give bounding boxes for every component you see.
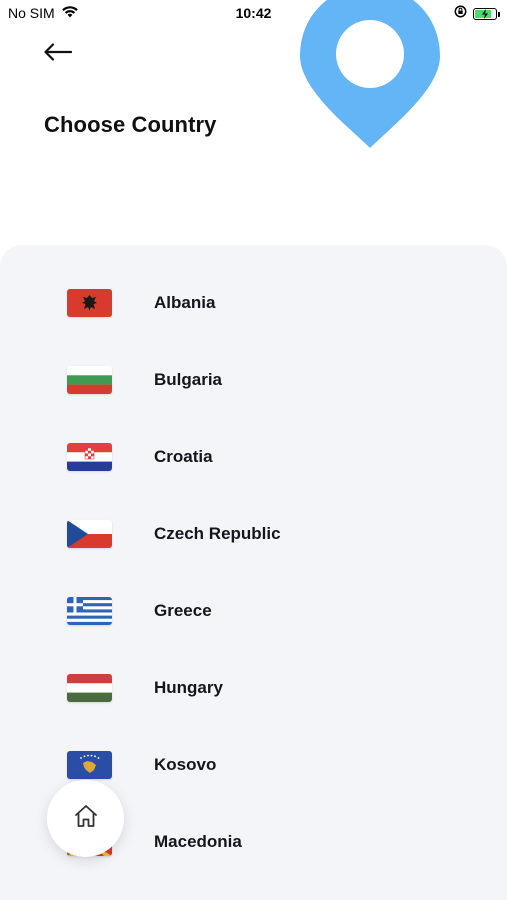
home-button[interactable] <box>47 780 124 857</box>
hungary-flag-icon <box>67 674 112 702</box>
country-name: Hungary <box>154 678 223 697</box>
country-name: Greece <box>154 601 212 620</box>
kosovo-flag-icon <box>67 751 112 779</box>
country-item-greece[interactable]: Greece <box>0 581 507 641</box>
country-name: Albania <box>154 293 216 312</box>
country-item-czech-republic[interactable]: Czech Republic <box>0 504 507 564</box>
country-item-albania[interactable]: Albania <box>0 273 507 333</box>
country-item-bulgaria[interactable]: Bulgaria <box>0 350 507 410</box>
greece-flag-icon <box>67 597 112 625</box>
croatia-flag-icon <box>67 443 112 471</box>
country-name: Croatia <box>154 447 213 466</box>
albania-flag-icon <box>67 289 112 317</box>
page-title: Choose Country <box>44 112 217 137</box>
status-right <box>454 5 500 23</box>
country-name: Czech Republic <box>154 524 281 543</box>
back-button[interactable] <box>40 40 76 68</box>
czech-flag-icon <box>67 520 112 548</box>
country-name: Kosovo <box>154 755 217 774</box>
country-name: Bulgaria <box>154 370 223 389</box>
country-item-hungary[interactable]: Hungary <box>0 658 507 718</box>
home-icon <box>73 804 99 833</box>
orientation-lock-icon <box>454 5 467 23</box>
arrow-left-icon <box>44 42 73 66</box>
location-pin-icon <box>298 0 442 150</box>
country-name: Macedonia <box>154 832 242 851</box>
battery-icon <box>473 8 500 20</box>
country-item-croatia[interactable]: Croatia <box>0 427 507 487</box>
bulgaria-flag-icon <box>67 366 112 394</box>
